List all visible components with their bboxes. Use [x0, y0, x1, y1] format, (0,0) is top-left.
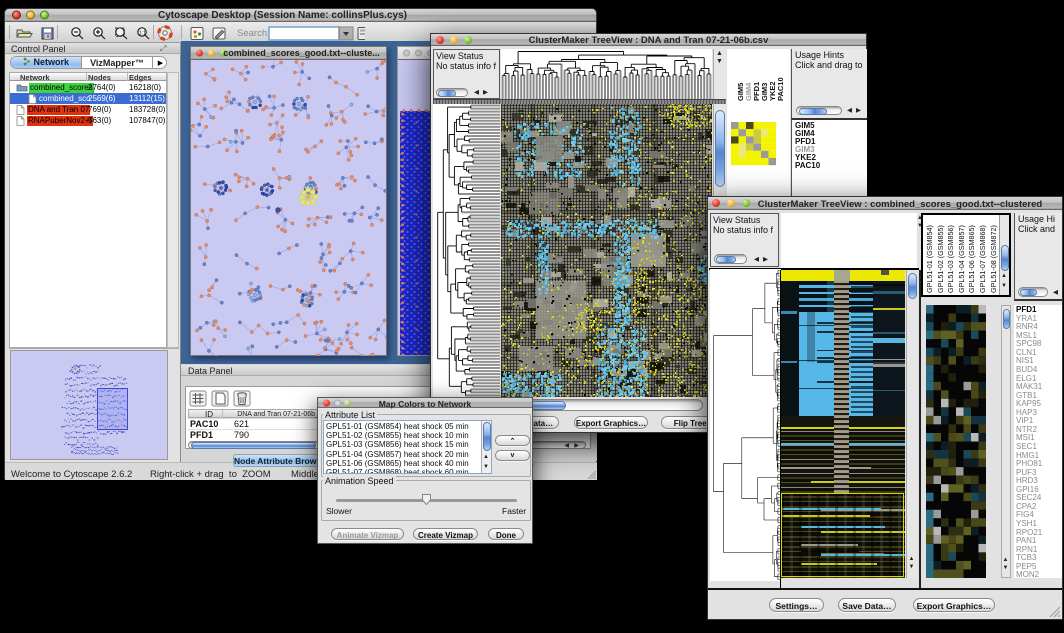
svg-text:1:1: 1:1 [139, 30, 147, 36]
svg-text:Search:: Search: [237, 28, 270, 39]
